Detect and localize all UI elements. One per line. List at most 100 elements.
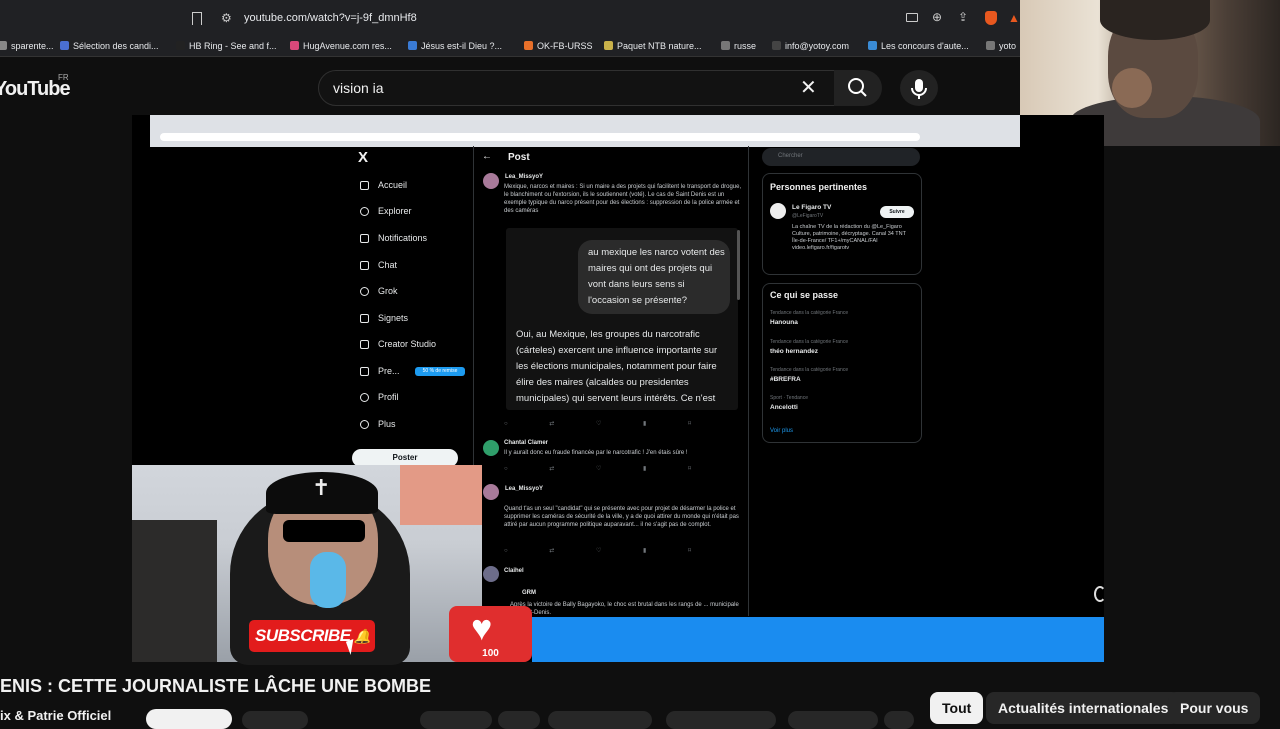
x-nav-label: Chat	[378, 260, 398, 270]
bookmark-label: OK-FB-URSS	[537, 41, 593, 51]
cast-icon[interactable]	[906, 13, 918, 22]
url-text[interactable]: youtube.com/watch?v=j-9f_dmnHf8	[244, 12, 417, 24]
x-nav-label: Plus	[378, 419, 396, 429]
bookmark-favicon-icon	[604, 41, 613, 50]
trend-context: Sport · Tendance	[770, 395, 808, 401]
chip-all[interactable]: Tout	[930, 692, 984, 724]
webcam-background-poster	[400, 465, 482, 525]
voice-search-button[interactable]	[900, 70, 938, 106]
search-icon	[360, 207, 369, 216]
zoom-icon[interactable]: ⊕	[932, 10, 942, 24]
bookmark-star-icon[interactable]	[192, 12, 202, 25]
bookmark-item[interactable]: sparente...	[0, 41, 54, 51]
x-nav-item: Explorer	[360, 206, 412, 216]
trend-context: Tendance dans la catégorie France	[770, 339, 849, 345]
tweet-author: Claihel	[504, 568, 524, 574]
search-button[interactable]	[834, 70, 882, 106]
avatar	[483, 484, 499, 500]
x-nav-item: Chat	[360, 260, 397, 270]
answer-text: Oui, au Mexique, les groupes du narcotra…	[516, 329, 718, 404]
x-nav-item: Notifications	[360, 233, 427, 243]
quote-author: GRM	[522, 590, 536, 596]
bookmark-item[interactable]: HugAvenue.com res...	[290, 41, 392, 51]
x-nav-item: Pre...	[360, 366, 400, 376]
search-icon	[848, 78, 867, 97]
bookmark-label: Les concours d'aute...	[881, 41, 969, 51]
x-nav-item: Grok	[360, 286, 398, 296]
bell-icon	[360, 234, 369, 243]
loading-spinner-icon	[1094, 586, 1106, 602]
bookmark-label: info@yotoy.com	[785, 41, 849, 51]
region-label: FR	[58, 73, 69, 82]
question-text: au mexique les narco votent des maires q…	[588, 247, 725, 306]
bookmark-item[interactable]: OK-FB-URSS	[524, 41, 593, 51]
x-nav-item: Signets	[360, 313, 408, 323]
x-nav-label: Accueil	[378, 180, 408, 190]
subscribe-label: SUBSCRIBE	[255, 626, 351, 645]
tweet-actions: ○ ⇄ ♡ ▮ ⌑	[504, 548, 712, 554]
like-count: 100	[482, 648, 499, 659]
bookmark-label: HB Ring - See and f...	[189, 41, 277, 51]
browser-address-bar: ⚙ ⊕ ⇪ ▲	[0, 0, 1020, 38]
tweet-text: Quand t'as un seul "candidat" qui se pré…	[504, 506, 739, 528]
bookmark-favicon-icon	[986, 41, 995, 50]
bookmark-label: Paquet NTB nature...	[617, 41, 702, 51]
like-dislike-button[interactable]	[242, 711, 308, 729]
clear-search-icon[interactable]: ✕	[800, 75, 817, 100]
avatar	[483, 440, 499, 456]
heart-icon: ♥	[471, 607, 493, 648]
x-nav-item: Plus	[360, 419, 396, 429]
chip-for-you[interactable]: Pour vous	[1168, 692, 1261, 724]
microphone-icon	[310, 552, 346, 608]
share-button[interactable]	[420, 711, 492, 729]
search-input[interactable]	[318, 70, 840, 106]
bookmark-favicon-icon	[772, 41, 781, 50]
avatar	[483, 173, 499, 189]
x-icon	[360, 367, 369, 376]
bookmark-item[interactable]: Paquet NTB nature...	[604, 41, 702, 51]
bookmark-favicon-icon	[176, 41, 185, 50]
subscribe-button[interactable]	[146, 709, 232, 729]
trend-title: théo hernandez	[770, 348, 819, 355]
bookmark-label: sparente...	[11, 41, 54, 51]
premium-badge: 50 % de remise	[415, 367, 465, 376]
bookmark-item[interactable]: Sélection des candi...	[60, 41, 159, 51]
cross-logo-icon: ✝	[312, 475, 331, 500]
more-icon	[360, 420, 369, 429]
brave-shield-icon[interactable]	[985, 11, 997, 25]
x-nav-label: Explorer	[378, 206, 412, 216]
tweet-text: Après la victoire de Bally Bagayoko, le …	[510, 602, 739, 616]
bookmark-item[interactable]: HB Ring - See and f...	[176, 41, 277, 51]
bookmark-item[interactable]: info@yotoy.com	[772, 41, 849, 51]
mail-icon	[360, 261, 369, 270]
download-button[interactable]	[548, 711, 652, 729]
search-query[interactable]: vision ia	[333, 80, 384, 96]
thanks-button[interactable]	[788, 711, 878, 729]
bookmark-icon	[360, 314, 369, 323]
webcam-background-door	[132, 520, 217, 662]
avatar	[770, 203, 786, 219]
column-divider	[748, 146, 749, 616]
channel-name[interactable]: ix & Patrie Officiel	[0, 708, 111, 723]
blue-banner	[532, 617, 1104, 662]
bookmark-item[interactable]: russe	[721, 41, 756, 51]
bookmark-favicon-icon	[290, 41, 299, 50]
tweet-author: Lea_MissyoY	[505, 174, 544, 180]
post-header: Post	[508, 152, 530, 163]
inner-browser-chrome	[150, 115, 1020, 147]
share-icon[interactable]: ⇪	[958, 10, 968, 24]
alert-icon[interactable]: ▲	[1008, 11, 1020, 25]
site-settings-icon[interactable]: ⚙	[221, 11, 232, 25]
bookmark-label: Jésus est-il Dieu ?...	[421, 41, 503, 51]
save-button[interactable]	[498, 711, 540, 729]
bookmark-item[interactable]: yoto	[986, 41, 1016, 51]
grok-icon	[360, 287, 369, 296]
x-nav-item: Profil	[360, 392, 399, 402]
more-actions-button[interactable]	[884, 711, 914, 729]
x-logo-icon: X	[358, 149, 369, 166]
bookmark-item[interactable]: Jésus est-il Dieu ?...	[408, 41, 502, 51]
clip-button[interactable]	[666, 711, 776, 729]
chip-world-news[interactable]: Actualités internationales	[986, 692, 1181, 724]
bookmark-item[interactable]: Les concours d'aute...	[868, 41, 969, 51]
person-icon	[360, 393, 369, 402]
